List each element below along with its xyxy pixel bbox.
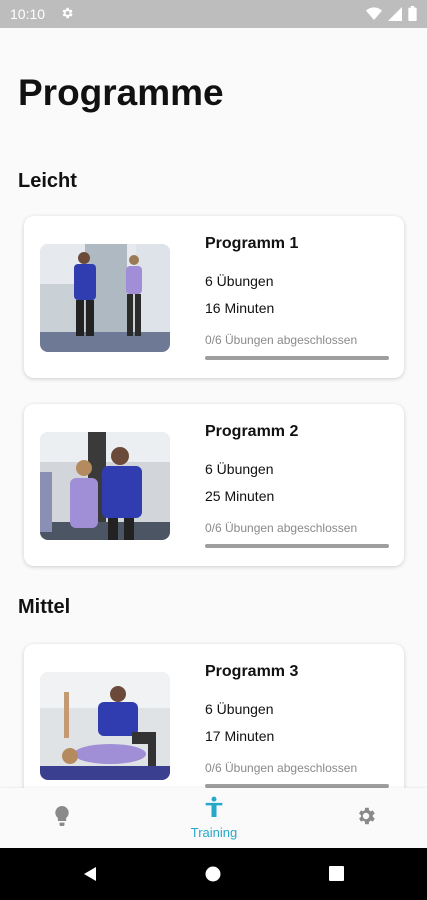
page-title: Programme	[18, 72, 224, 113]
status-bar: 10:10	[0, 0, 427, 28]
program-progress-text: 0/6 Übungen abgeschlossen	[205, 521, 358, 535]
section-leicht: Leicht	[18, 170, 77, 192]
program-progress-bar	[205, 544, 389, 548]
section-mittel: Mittel	[18, 596, 71, 618]
nav-training[interactable]: Training	[176, 788, 252, 848]
nav-tips[interactable]	[36, 788, 88, 848]
person-icon	[204, 796, 224, 823]
settings-icon	[355, 805, 377, 832]
wifi-icon	[366, 6, 382, 26]
program-title: Programm 1	[205, 235, 299, 252]
program-card-2[interactable]: Programm 2 6 Übungen 25 Minuten 0/6 Übun…	[24, 404, 404, 566]
program-progress-bar	[205, 356, 389, 360]
program-title: Programm 2	[205, 423, 299, 440]
program-exercises: 6 Übungen	[205, 461, 274, 477]
program-exercises: 6 Übungen	[205, 701, 274, 717]
program-progress-text: 0/6 Übungen abgeschlossen	[205, 333, 358, 347]
bottom-navigation: Training	[0, 788, 427, 848]
back-icon[interactable]	[82, 866, 98, 887]
program-title: Programm 3	[205, 663, 299, 680]
program-thumbnail	[40, 432, 170, 540]
settings-status-icon	[60, 6, 74, 25]
recents-icon[interactable]	[329, 866, 344, 886]
signal-icon	[388, 6, 402, 26]
program-progress-text: 0/6 Übungen abgeschlossen	[205, 761, 358, 775]
program-duration: 25 Minuten	[205, 488, 275, 504]
program-card-3[interactable]: Programm 3 6 Übungen 17 Minuten 0/6 Übun…	[24, 644, 404, 788]
lightbulb-icon	[52, 805, 72, 832]
program-card-1[interactable]: Programm 1 6 Übungen 16 Minuten 0/6 Übun…	[24, 216, 404, 378]
system-navigation-bar	[0, 848, 427, 900]
nav-training-label: Training	[190, 825, 238, 840]
nav-settings[interactable]	[340, 788, 392, 848]
home-icon[interactable]	[205, 866, 221, 887]
program-thumbnail	[40, 672, 170, 780]
status-time: 10:10	[10, 6, 46, 22]
program-exercises: 6 Übungen	[205, 273, 274, 289]
battery-icon	[408, 6, 417, 26]
program-list[interactable]: Programme Leicht Programm 1 6 Übungen 16…	[0, 28, 427, 788]
program-duration: 16 Minuten	[205, 300, 275, 316]
program-thumbnail	[40, 244, 170, 352]
program-duration: 17 Minuten	[205, 728, 275, 744]
